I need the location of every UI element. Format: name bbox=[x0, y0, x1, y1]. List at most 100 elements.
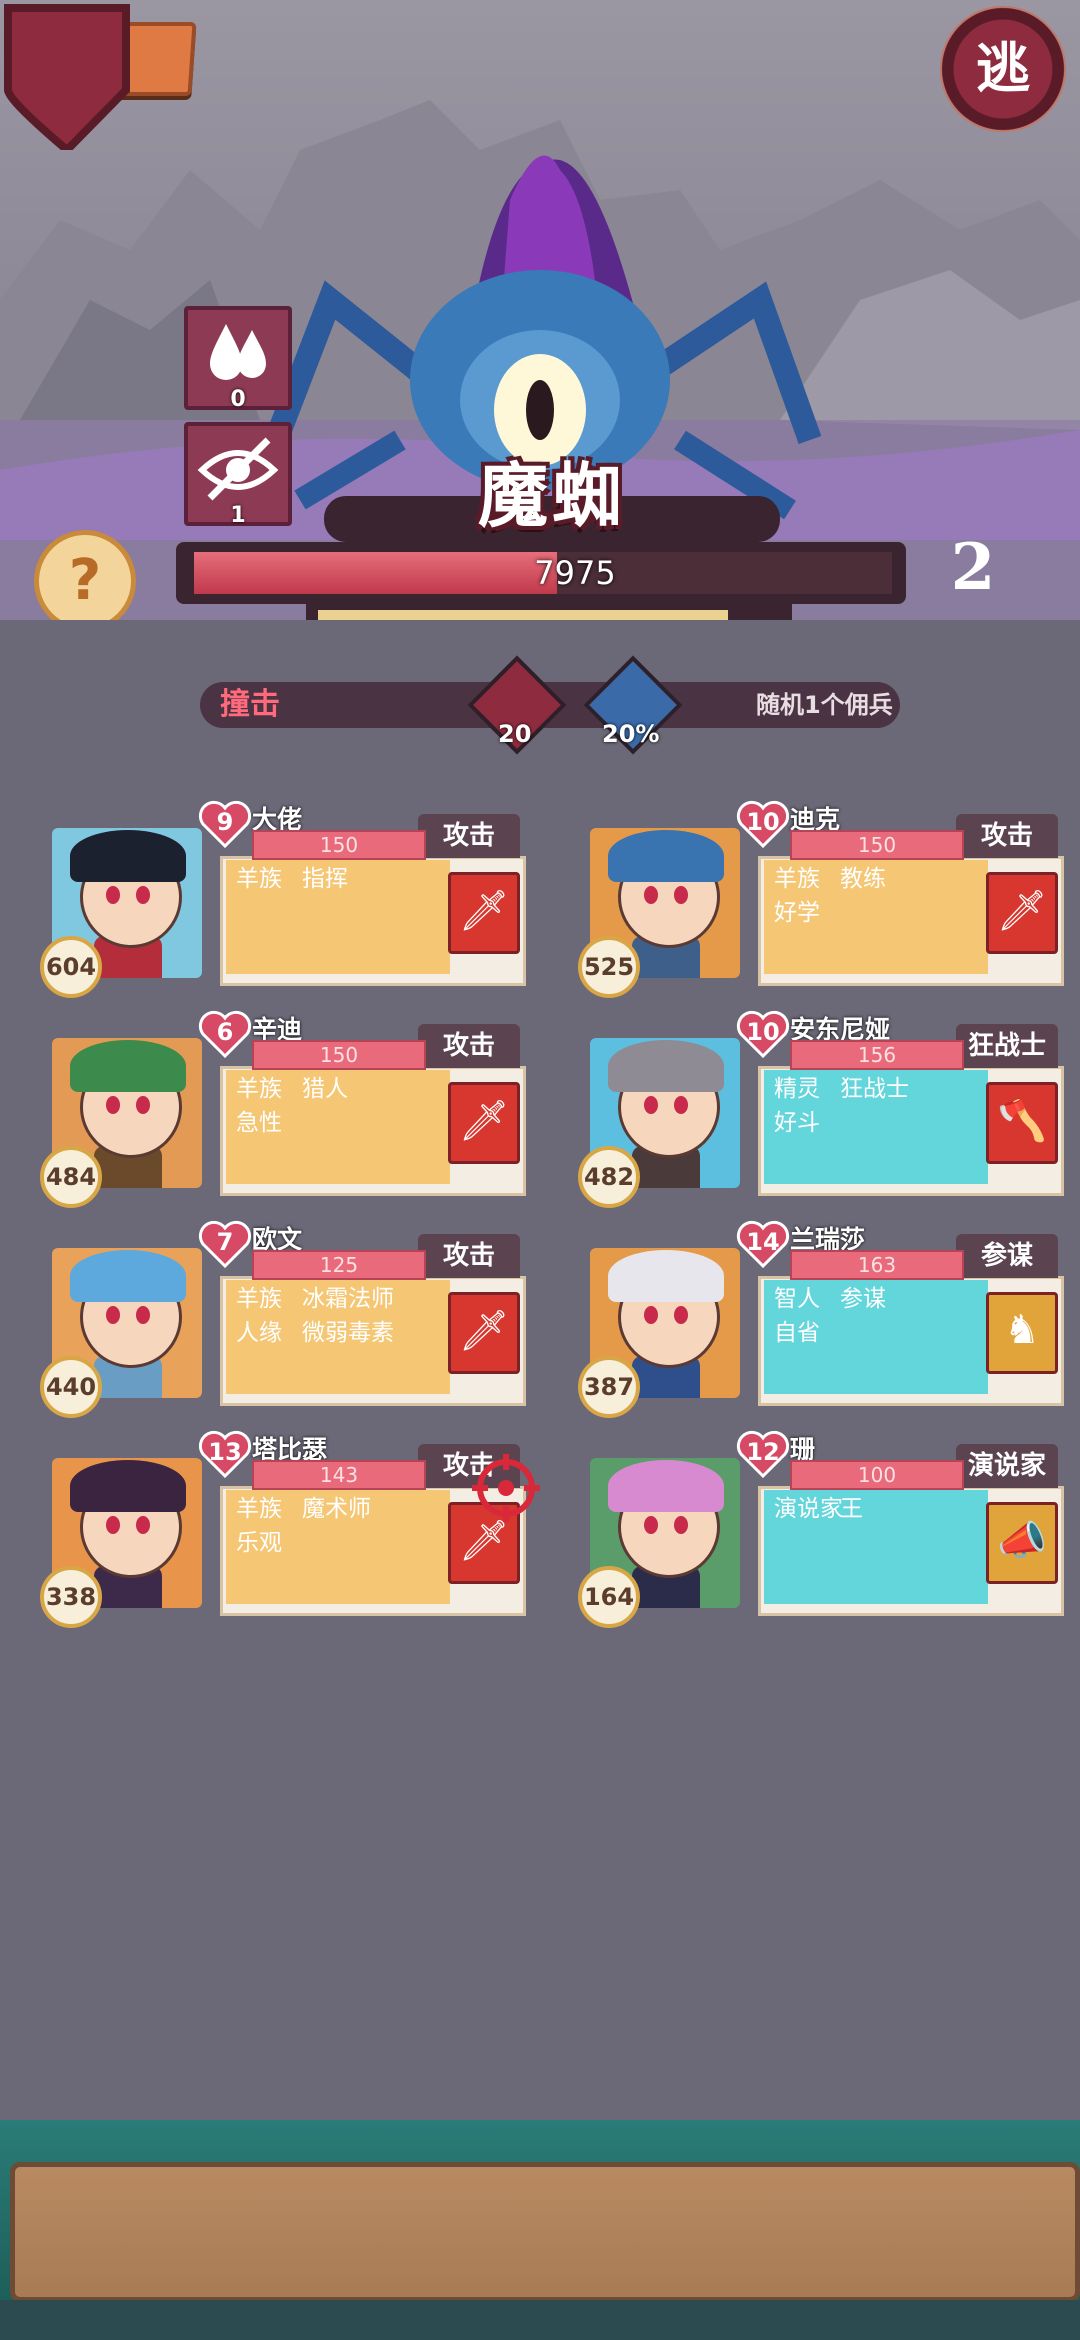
traits-box: 羊族 冰霜法师 人缘 微弱毒素 bbox=[226, 1280, 450, 1394]
battle-scene: > 逃 0 1 魔蜘 ? 7975 2 bbox=[0, 0, 1080, 620]
mercenary-hp-bar: 125 bbox=[252, 1250, 426, 1280]
trait-label: 演说家 bbox=[774, 1496, 843, 1522]
trait-label: 急性 bbox=[236, 1110, 282, 1136]
mercenary-hp: 163 bbox=[857, 1253, 897, 1277]
skill-button[interactable]: ♞ bbox=[986, 1292, 1058, 1374]
sword-icon: 🗡 bbox=[458, 1308, 510, 1354]
bottom-trim bbox=[0, 2300, 1080, 2340]
traits-box: 精灵 狂战士 好斗 bbox=[764, 1070, 988, 1184]
mercenary-card[interactable]: 智人 参谋 自省 参谋 ♞ 387 14 兰瑞莎 163 bbox=[578, 1220, 1064, 1418]
portrait-eye bbox=[674, 886, 688, 904]
help-icon: ? bbox=[68, 548, 102, 613]
boss-level: 2 bbox=[950, 530, 996, 605]
status-count: 1 bbox=[230, 503, 246, 528]
mercenary-hp: 100 bbox=[857, 1463, 897, 1487]
portrait-eye bbox=[644, 1516, 658, 1534]
mercenary-hp-bar: 150 bbox=[252, 830, 426, 860]
trait-label: 教练 bbox=[840, 866, 886, 892]
portrait-eye bbox=[674, 1516, 688, 1534]
trait-label: 王 bbox=[840, 1496, 863, 1522]
portrait-eye bbox=[106, 1306, 120, 1324]
trait-label: 好斗 bbox=[774, 1110, 820, 1136]
power-badge: 525 bbox=[578, 936, 640, 998]
mercenary-card[interactable]: 羊族 猎人 急性 攻击 🗡 484 6 辛迪 150 bbox=[40, 1010, 526, 1208]
eye-off-icon bbox=[197, 437, 279, 501]
traits-box: 演说家王 bbox=[764, 1490, 988, 1604]
heart-icon bbox=[198, 1430, 252, 1479]
power-badge: 440 bbox=[40, 1356, 102, 1418]
portrait-hat bbox=[70, 1250, 186, 1302]
mercenary-hp: 143 bbox=[319, 1463, 359, 1487]
sword-icon: 🗡 bbox=[458, 1098, 510, 1144]
skill-button[interactable]: 🪓 bbox=[986, 1082, 1058, 1164]
portrait-hat bbox=[608, 830, 724, 882]
heart-icon bbox=[198, 1220, 252, 1269]
boss-name: 魔蜘 bbox=[478, 455, 626, 537]
power-badge: 484 bbox=[40, 1146, 102, 1208]
mercenary-hp-bar: 150 bbox=[790, 830, 964, 860]
trait-label: 自省 bbox=[774, 1320, 820, 1346]
chess-icon: ♞ bbox=[1004, 1307, 1040, 1353]
portrait-eye bbox=[644, 886, 658, 904]
heart-icon bbox=[736, 1430, 790, 1479]
sword-icon: 🗡 bbox=[996, 888, 1048, 934]
skill-button[interactable]: 📣 bbox=[986, 1502, 1058, 1584]
level-shield-icon bbox=[4, 4, 130, 150]
portrait-eye bbox=[136, 1516, 150, 1534]
boss-hp-value: 7975 bbox=[534, 554, 616, 592]
trait-label: 好学 bbox=[774, 900, 820, 926]
trait-label: 狂战士 bbox=[840, 1076, 909, 1102]
mercenary-hp: 156 bbox=[857, 1043, 897, 1067]
mercenary-hp: 150 bbox=[319, 1043, 359, 1067]
trait-label: 指挥 bbox=[302, 866, 348, 892]
sword-icon: 🗡 bbox=[458, 888, 510, 934]
role-tab: 狂战士 bbox=[956, 1024, 1058, 1068]
heart-icon bbox=[736, 1220, 790, 1269]
status-effect-drops[interactable]: 0 bbox=[184, 306, 292, 412]
portrait-eye bbox=[106, 1516, 120, 1534]
mercenary-card[interactable]: 羊族 冰霜法师 人缘 微弱毒素 攻击 🗡 440 7 欧文 125 bbox=[40, 1220, 526, 1418]
skill-button[interactable]: 🗡 bbox=[448, 872, 520, 954]
mercenary-card[interactable]: 演说家王 演说家 📣 164 12 珊 100 bbox=[578, 1430, 1064, 1628]
role-tab: 攻击 bbox=[956, 814, 1058, 858]
boss-action-name: 撞击 bbox=[220, 687, 280, 722]
portrait-eye bbox=[136, 1306, 150, 1324]
skill-button[interactable]: 🗡 bbox=[448, 1082, 520, 1164]
mercenary-hp: 125 bbox=[319, 1253, 359, 1277]
mercenary-hp-bar: 163 bbox=[790, 1250, 964, 1280]
mercenary-card[interactable]: 羊族 指挥 攻击 🗡 604 9 大佬 150 bbox=[40, 800, 526, 998]
portrait-hat bbox=[608, 1040, 724, 1092]
power-badge: 387 bbox=[578, 1356, 640, 1418]
power-badge: 482 bbox=[578, 1146, 640, 1208]
mercenary-card[interactable]: 羊族 魔术师 乐观 攻击 🗡 338 13 塔比瑟 143 bbox=[40, 1430, 526, 1628]
mercenary-hp-bar: 100 bbox=[790, 1460, 964, 1490]
status-effect-eye-off[interactable]: 1 bbox=[184, 422, 292, 528]
target-reticle-icon bbox=[472, 1454, 540, 1522]
portrait-hat bbox=[70, 830, 186, 882]
trait-label: 参谋 bbox=[840, 1286, 886, 1312]
power-badge: 604 bbox=[40, 936, 102, 998]
drops-icon bbox=[210, 324, 266, 380]
role-tab: 攻击 bbox=[418, 814, 520, 858]
role-tab: 参谋 bbox=[956, 1234, 1058, 1278]
status-count: 0 bbox=[230, 387, 246, 412]
mercenary-hp-bar: 143 bbox=[252, 1460, 426, 1490]
mercenary-card[interactable]: 羊族 教练 好学 攻击 🗡 525 10 迪克 150 bbox=[578, 800, 1064, 998]
portrait-eye bbox=[136, 886, 150, 904]
boss-action-damage: 20 bbox=[498, 720, 532, 748]
boss-sub-bar-fill bbox=[318, 610, 728, 620]
skill-button[interactable]: 🗡 bbox=[448, 1292, 520, 1374]
skill-button[interactable]: 🗡 bbox=[986, 872, 1058, 954]
flee-button[interactable]: 逃 bbox=[940, 6, 1066, 132]
portrait-hat bbox=[70, 1040, 186, 1092]
traits-box: 智人 参谋 自省 bbox=[764, 1280, 988, 1394]
mercenary-card[interactable]: 精灵 狂战士 好斗 狂战士 🪓 482 10 安东尼娅 156 bbox=[578, 1010, 1064, 1208]
axe-icon: 🪓 bbox=[997, 1098, 1047, 1144]
hand-tray bbox=[10, 2162, 1080, 2302]
portrait-eye bbox=[644, 1096, 658, 1114]
portrait-hat bbox=[70, 1460, 186, 1512]
role-tab: 演说家 bbox=[956, 1444, 1058, 1488]
portrait-eye bbox=[674, 1096, 688, 1114]
flee-label: 逃 bbox=[976, 37, 1030, 100]
power-badge: 164 bbox=[578, 1566, 640, 1628]
